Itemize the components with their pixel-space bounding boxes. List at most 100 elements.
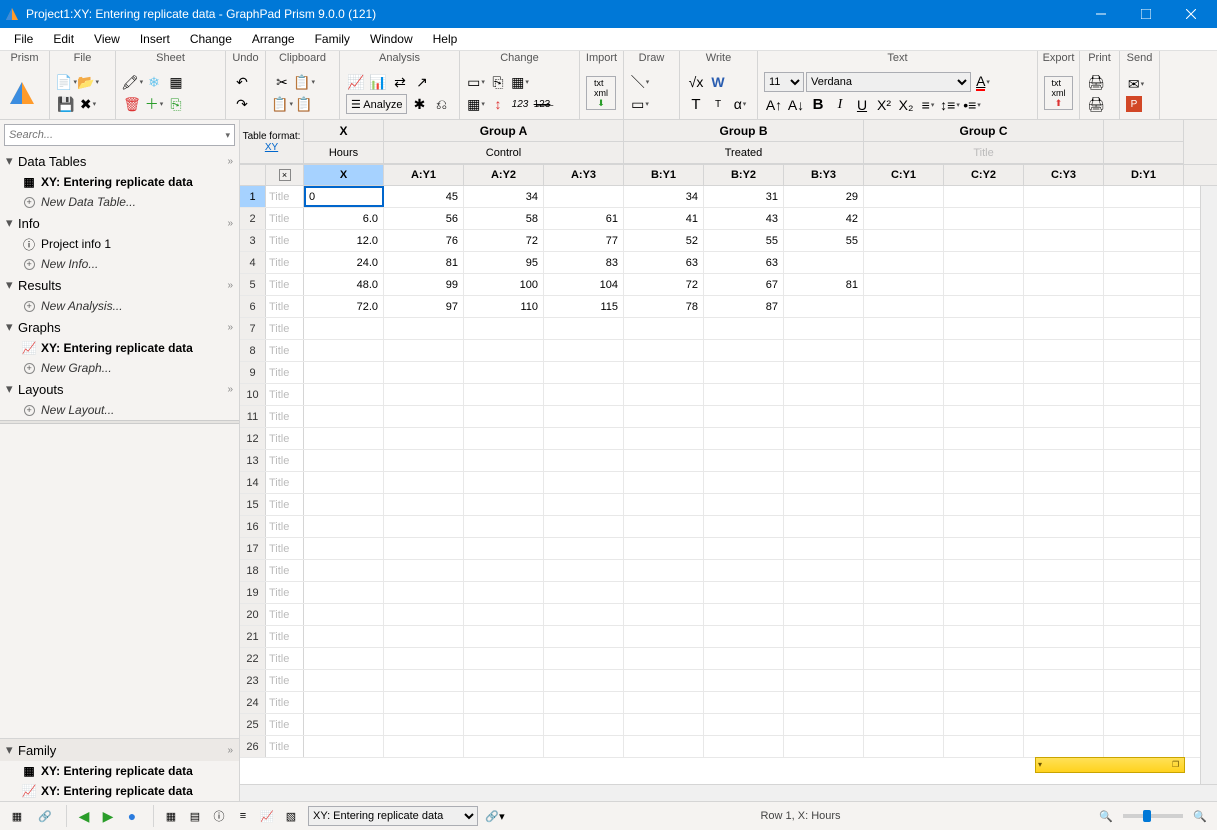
cell[interactable] xyxy=(1104,714,1184,735)
cell[interactable] xyxy=(624,692,704,713)
cell[interactable] xyxy=(1024,692,1104,713)
cell[interactable] xyxy=(704,406,784,427)
column-header[interactable]: A:Y3 xyxy=(544,165,624,185)
cell[interactable] xyxy=(944,186,1024,207)
cell[interactable] xyxy=(1104,516,1184,537)
transpose-button[interactable]: ⎘ xyxy=(488,72,508,92)
cell[interactable] xyxy=(704,362,784,383)
cell[interactable]: 76 xyxy=(384,230,464,251)
row-number[interactable]: 11 xyxy=(240,406,266,427)
title-column-header[interactable]: × xyxy=(266,165,304,185)
cell[interactable] xyxy=(464,318,544,339)
cell[interactable] xyxy=(624,626,704,647)
menu-change[interactable]: Change xyxy=(180,30,242,48)
cell[interactable] xyxy=(384,318,464,339)
menu-file[interactable]: File xyxy=(4,30,43,48)
paste-special-button[interactable]: 📋 xyxy=(294,94,314,114)
column-header[interactable]: X xyxy=(304,165,384,185)
sheet-table-icon[interactable]: ▦ xyxy=(6,805,28,827)
align-button[interactable]: ≡▾ xyxy=(918,95,938,115)
font-shrink-button[interactable]: A↓ xyxy=(786,95,806,115)
datatable-view-icon[interactable]: ▦ xyxy=(160,805,182,827)
cell[interactable] xyxy=(1024,582,1104,603)
cell[interactable]: 34 xyxy=(464,186,544,207)
cell[interactable] xyxy=(864,450,944,471)
cell[interactable]: 12.0 xyxy=(304,230,384,251)
delete-button[interactable]: 🗑 xyxy=(122,94,142,114)
cell[interactable] xyxy=(1024,428,1104,449)
row-title[interactable]: Title xyxy=(266,582,304,603)
cell[interactable]: 115 xyxy=(544,296,624,317)
cell[interactable] xyxy=(944,648,1024,669)
cell[interactable] xyxy=(1024,230,1104,251)
cell[interactable] xyxy=(544,626,624,647)
column-header[interactable]: C:Y2 xyxy=(944,165,1024,185)
cell[interactable] xyxy=(944,604,1024,625)
paste-button[interactable]: 📋▾ xyxy=(272,94,292,114)
cell[interactable] xyxy=(1104,670,1184,691)
cell[interactable] xyxy=(304,648,384,669)
fit-button[interactable]: 📈 xyxy=(346,72,366,92)
row-number[interactable]: 8 xyxy=(240,340,266,361)
cell[interactable] xyxy=(544,670,624,691)
sidebar-splitter[interactable] xyxy=(0,420,239,424)
cell[interactable] xyxy=(864,604,944,625)
row-title[interactable]: Title xyxy=(266,472,304,493)
cell[interactable] xyxy=(944,714,1024,735)
cell[interactable]: 100 xyxy=(464,274,544,295)
cell[interactable] xyxy=(544,736,624,757)
cell[interactable] xyxy=(624,736,704,757)
section-graphs[interactable]: ▾Graphs» xyxy=(0,316,239,338)
column-header[interactable]: B:Y1 xyxy=(624,165,704,185)
cell[interactable] xyxy=(1104,494,1184,515)
cell[interactable] xyxy=(1104,274,1184,295)
cell[interactable] xyxy=(544,538,624,559)
close-file-button[interactable]: ✖▾ xyxy=(78,94,98,114)
cell[interactable] xyxy=(1104,296,1184,317)
cell[interactable] xyxy=(544,582,624,603)
family-item[interactable]: ▦XY: Entering replicate data xyxy=(0,761,239,781)
cell[interactable] xyxy=(544,450,624,471)
menu-view[interactable]: View xyxy=(84,30,130,48)
cell[interactable] xyxy=(864,692,944,713)
select-button[interactable]: ▭▾ xyxy=(466,72,486,92)
group-header[interactable]: Group BTreated xyxy=(624,120,864,164)
cell[interactable] xyxy=(704,494,784,515)
close-button[interactable] xyxy=(1168,0,1213,28)
cell[interactable] xyxy=(784,604,864,625)
cell[interactable] xyxy=(864,252,944,273)
analyze-button[interactable]: ☰ Analyze xyxy=(346,94,407,114)
row-number[interactable]: 10 xyxy=(240,384,266,405)
cell[interactable] xyxy=(944,428,1024,449)
row-title[interactable]: Title xyxy=(266,252,304,273)
cell[interactable]: 87 xyxy=(704,296,784,317)
row-number[interactable]: 5 xyxy=(240,274,266,295)
cell[interactable] xyxy=(464,362,544,383)
cell[interactable] xyxy=(544,406,624,427)
import-button[interactable]: txtxml⬇ xyxy=(586,76,616,110)
cell[interactable] xyxy=(1104,472,1184,493)
cell[interactable] xyxy=(1024,736,1104,757)
cell[interactable] xyxy=(1104,648,1184,669)
row-title[interactable]: Title xyxy=(266,736,304,757)
cell[interactable] xyxy=(864,560,944,581)
cell[interactable] xyxy=(624,604,704,625)
section-data_tables[interactable]: ▾Data Tables» xyxy=(0,150,239,172)
cell[interactable] xyxy=(464,604,544,625)
column-header[interactable]: D:Y1 xyxy=(1104,165,1184,185)
cell[interactable] xyxy=(464,692,544,713)
cell[interactable]: 48.0 xyxy=(304,274,384,295)
cell[interactable] xyxy=(464,670,544,691)
cell[interactable] xyxy=(304,472,384,493)
cell[interactable] xyxy=(704,736,784,757)
cell[interactable]: 95 xyxy=(464,252,544,273)
info-view-icon[interactable]: ⓘ xyxy=(208,805,230,827)
cell[interactable] xyxy=(864,362,944,383)
cell[interactable]: 34 xyxy=(624,186,704,207)
cell[interactable] xyxy=(304,340,384,361)
sidebar-item[interactable]: 📈XY: Entering replicate data xyxy=(0,338,239,358)
row-number[interactable]: 20 xyxy=(240,604,266,625)
cell[interactable] xyxy=(464,538,544,559)
family-header[interactable]: ▾ Family » xyxy=(0,739,239,761)
zoom-slider[interactable] xyxy=(1123,814,1183,818)
